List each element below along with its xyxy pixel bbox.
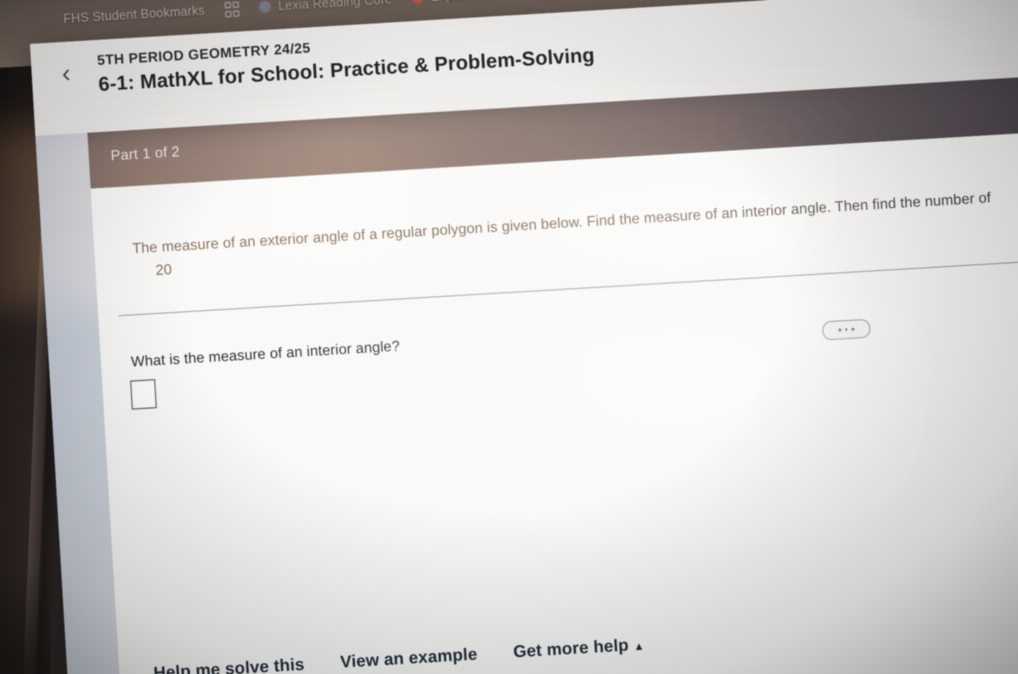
favicon-icon (258, 0, 272, 14)
bookmark-lexia-reading-core[interactable]: Lexia Reading Core (258, 0, 393, 15)
question-prompt: The measure of an exterior angle of a re… (131, 190, 992, 258)
question-divider (118, 255, 1018, 317)
browser-page: ‹ 5TH PERIOD GEOMETRY 24/25 6-1: MathXL … (30, 0, 1018, 674)
bookmark-label: FHS Student Bookmarks (62, 3, 206, 27)
bookmark-fhs-student-bookmarks[interactable]: FHS Student Bookmarks (63, 4, 205, 26)
bookmark-explorelearning[interactable]: ExploreLearning Re... (411, 0, 557, 5)
monitor-photo: FHS Student Bookmarks Lexia Reading Core… (0, 0, 1018, 674)
part-label: Part 1 of 2 (110, 144, 181, 165)
help-me-solve-this-link[interactable]: Help me solve this (153, 655, 305, 674)
bookmark-label: Lexia Reading Core (277, 0, 393, 14)
question-card: The measure of an exterior angle of a re… (90, 127, 1018, 674)
get-more-help-link[interactable]: Get more help ▲ (513, 635, 645, 663)
help-links: Help me solve this View an example Get m… (153, 635, 645, 674)
question-given-value: 20 (155, 262, 173, 279)
get-more-help-label: Get more help (512, 635, 630, 662)
ellipsis-icon[interactable] (821, 318, 871, 341)
bookmark-apps-grid[interactable] (224, 1, 240, 17)
caret-up-icon: ▲ (633, 640, 645, 654)
answer-input[interactable] (130, 379, 157, 410)
back-chevron-icon[interactable]: ‹ (61, 58, 71, 88)
sub-question-text: What is the measure of an interior angle… (130, 338, 401, 371)
bookmark-label: ExploreLearning Re... (431, 0, 557, 4)
favicon-icon (411, 0, 425, 5)
apps-grid-icon (224, 1, 240, 17)
view-an-example-link[interactable]: View an example (340, 645, 478, 673)
